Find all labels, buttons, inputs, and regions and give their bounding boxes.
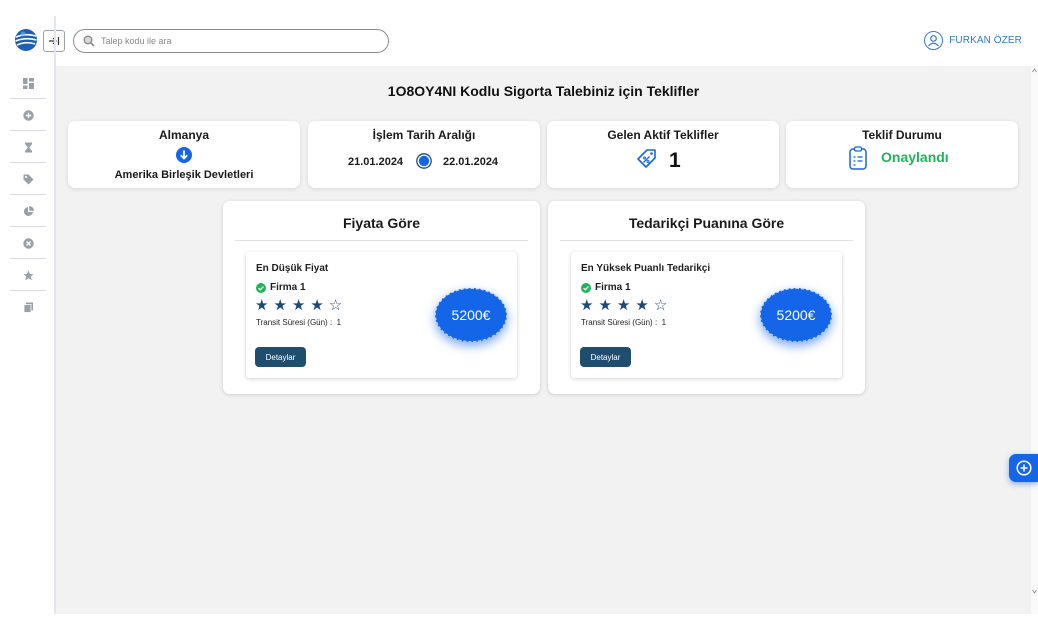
firm-name: Firma 1 bbox=[270, 282, 306, 293]
active-offers-card: Gelen Aktif Teklifler 1 bbox=[547, 121, 779, 188]
page-title: 1O8OY4NI Kodlu Sigorta Talebiniz için Te… bbox=[387, 83, 700, 99]
star-filled-icon: ★ bbox=[310, 297, 324, 314]
copy-icon bbox=[23, 302, 33, 313]
check-circle-icon bbox=[581, 282, 591, 293]
sidebar-item-dashboard[interactable] bbox=[10, 68, 46, 99]
search-icon bbox=[83, 35, 95, 47]
star-icon bbox=[22, 270, 34, 280]
date-range-end: 22.01.2024 bbox=[443, 156, 499, 168]
active-offers-count: 1 bbox=[669, 149, 681, 172]
route-origin: Almanya bbox=[158, 128, 210, 142]
star-filled-icon: ★ bbox=[255, 297, 269, 314]
plus-circle-icon bbox=[1015, 460, 1032, 476]
offer-status-card: Teklif Durumu Onaylandı bbox=[786, 121, 1018, 188]
search-input[interactable] bbox=[101, 33, 381, 49]
offer-label: En Yüksek Puanlı Tedarikçi bbox=[581, 263, 711, 274]
star-empty-icon: ☆ bbox=[328, 297, 343, 314]
offer-item: En Yüksek Puanlı Tedarikçi Firma 1 ★ ★ ★… bbox=[571, 252, 842, 378]
price-sorted-card: Fiyata Göre En Düşük Fiyat Firma 1 ★ ★ ★… bbox=[223, 201, 540, 394]
star-filled-icon: ★ bbox=[598, 297, 612, 314]
date-range-start: 21.01.2024 bbox=[348, 156, 404, 168]
user-menu[interactable]: FURKAN ÖZER bbox=[924, 31, 1022, 50]
company-logo[interactable] bbox=[14, 28, 38, 52]
star-filled-icon: ★ bbox=[273, 297, 287, 314]
offer-status-title: Teklif Durumu bbox=[862, 128, 942, 142]
search-bar[interactable] bbox=[73, 29, 389, 53]
tag-icon bbox=[23, 174, 33, 184]
offer-label: En Düşük Fiyat bbox=[256, 263, 329, 274]
hourglass-icon bbox=[24, 142, 32, 152]
clipboard-list-icon bbox=[849, 146, 867, 170]
supplier-rating-sorted-card: Tedarikçi Puanına Göre En Yüksek Puanlı … bbox=[548, 201, 865, 394]
sidebar-item-favorites[interactable] bbox=[10, 260, 46, 291]
sidebar-item-pending[interactable] bbox=[10, 132, 46, 163]
transit-value: 1 bbox=[336, 318, 342, 327]
card-title: Fiyata Göre bbox=[342, 215, 421, 231]
details-button[interactable]: Detaylar bbox=[580, 347, 631, 367]
dashboard-icon bbox=[22, 77, 34, 89]
sidebar-item-new-request[interactable] bbox=[10, 100, 46, 131]
card-divider bbox=[560, 240, 853, 241]
date-range-card: İşlem Tarih Aralığı 21.01.2024 22.01.202… bbox=[308, 121, 540, 188]
card-divider bbox=[235, 240, 528, 241]
details-button[interactable]: Detaylar bbox=[255, 347, 306, 367]
main-scrollbar[interactable] bbox=[1031, 66, 1038, 614]
rating-stars: ★ ★ ★ ★ ☆ bbox=[580, 298, 667, 313]
sidebar-item-reports[interactable] bbox=[10, 196, 46, 227]
arrow-down-circle-icon bbox=[176, 147, 192, 163]
timeline-dot-icon bbox=[416, 153, 432, 169]
transit-info: Transit Süresi (Gün) : 1 bbox=[581, 318, 666, 327]
price-badge: 5200€ bbox=[760, 288, 832, 342]
user-name: FURKAN ÖZER bbox=[949, 35, 1022, 46]
transit-label: Transit Süresi (Gün) : bbox=[581, 318, 658, 327]
floating-add-button[interactable] bbox=[1009, 454, 1038, 482]
transit-label: Transit Süresi (Gün) : bbox=[256, 318, 333, 327]
offer-status-value: Onaylandı bbox=[881, 149, 949, 165]
offer-item: En Düşük Fiyat Firma 1 ★ ★ ★ ★ ☆ Transit… bbox=[246, 252, 517, 378]
transit-info: Transit Süresi (Gün) : 1 bbox=[256, 318, 341, 327]
rating-stars: ★ ★ ★ ★ ☆ bbox=[255, 298, 342, 313]
plus-circle-icon bbox=[22, 109, 34, 121]
firm-row: Firma 1 bbox=[256, 282, 306, 293]
discount-tag-icon bbox=[637, 149, 656, 168]
sidebar-item-offers[interactable] bbox=[10, 164, 46, 195]
star-filled-icon: ★ bbox=[616, 297, 631, 314]
close-circle-icon bbox=[22, 237, 34, 249]
active-offers-title: Gelen Aktif Teklifler bbox=[607, 128, 719, 142]
card-title: Tedarikçi Puanına Göre bbox=[628, 215, 785, 231]
pie-chart-icon bbox=[23, 205, 34, 216]
firm-name: Firma 1 bbox=[595, 282, 631, 293]
star-empty-icon: ☆ bbox=[653, 297, 668, 314]
date-range-title: İşlem Tarih Aralığı bbox=[372, 128, 476, 142]
user-avatar-icon bbox=[924, 31, 944, 50]
star-filled-icon: ★ bbox=[635, 297, 649, 314]
star-filled-icon: ★ bbox=[580, 297, 594, 314]
star-filled-icon: ★ bbox=[291, 297, 306, 314]
route-card: Almanya Amerika Birleşik Devletleri bbox=[68, 121, 300, 188]
price-badge: 5200€ bbox=[435, 288, 507, 342]
firm-row: Firma 1 bbox=[581, 282, 631, 293]
transit-value: 1 bbox=[661, 318, 667, 327]
check-circle-icon bbox=[256, 282, 266, 293]
route-destination: Amerika Birleşik Devletleri bbox=[114, 169, 254, 181]
sidebar-item-cancelled[interactable] bbox=[10, 228, 46, 259]
sidebar-item-documents[interactable] bbox=[10, 292, 46, 323]
